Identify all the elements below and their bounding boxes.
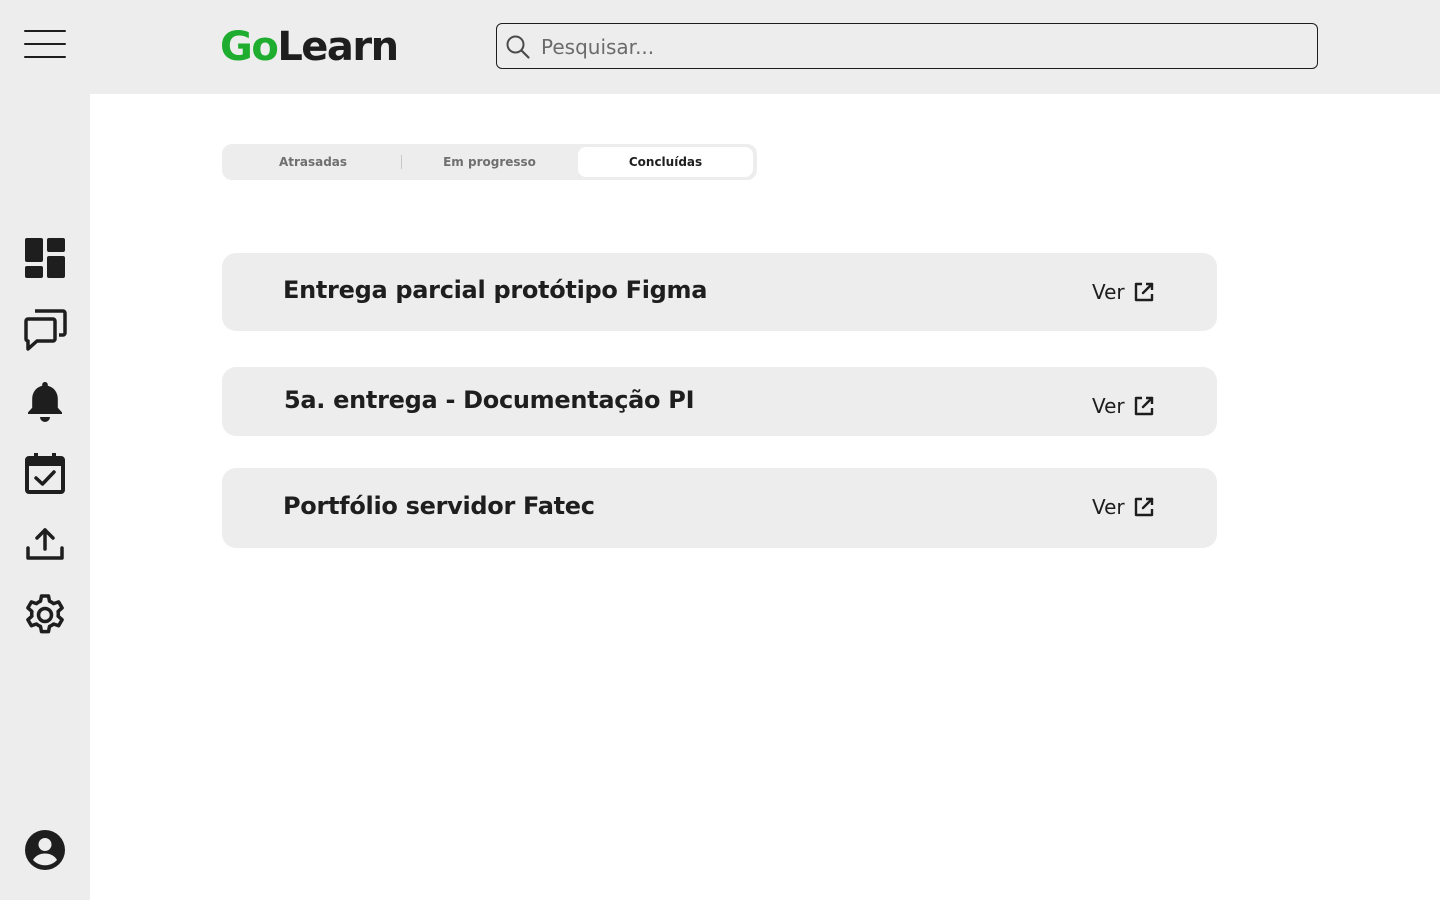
view-task-button[interactable]: Ver (1092, 492, 1155, 522)
task-card: 5a. entrega - Documentação PI Ver (222, 367, 1217, 436)
tab-atrasadas[interactable]: Atrasadas (225, 147, 401, 177)
hamburger-menu-icon[interactable] (24, 30, 66, 60)
dashboard-icon[interactable] (23, 236, 67, 280)
view-label: Ver (1092, 280, 1125, 304)
view-task-button[interactable]: Ver (1092, 277, 1155, 307)
upload-icon[interactable] (23, 522, 67, 566)
tab-concluidas[interactable]: Concluídas (578, 147, 753, 177)
top-bar: GoLearn (0, 0, 1440, 94)
search-input[interactable] (539, 24, 1303, 69)
task-card: Entrega parcial protótipo Figma Ver (222, 253, 1217, 331)
chat-icon[interactable] (23, 307, 67, 351)
external-link-icon (1133, 281, 1155, 303)
view-label: Ver (1092, 495, 1125, 519)
main-content: Atrasadas Em progresso Concluídas Entreg… (90, 94, 1440, 900)
logo-go-text: Go (220, 24, 279, 70)
task-title: Portfólio servidor Fatec (283, 492, 595, 520)
task-title: 5a. entrega - Documentação PI (284, 386, 695, 414)
search-bar[interactable] (496, 23, 1318, 69)
search-icon (505, 34, 531, 60)
external-link-icon (1133, 395, 1155, 417)
bell-icon[interactable] (23, 379, 67, 423)
view-task-button[interactable]: Ver (1092, 391, 1155, 421)
task-card: Portfólio servidor Fatec Ver (222, 468, 1217, 548)
view-label: Ver (1092, 394, 1125, 418)
task-title: Entrega parcial protótipo Figma (283, 276, 708, 304)
external-link-icon (1133, 496, 1155, 518)
account-icon[interactable] (23, 828, 67, 872)
logo-learn-text: Learn (277, 24, 399, 70)
status-tabs: Atrasadas Em progresso Concluídas (222, 144, 757, 180)
sidebar (0, 94, 90, 900)
calendar-check-icon[interactable] (23, 451, 67, 495)
tab-em-progresso[interactable]: Em progresso (402, 147, 577, 177)
gear-icon[interactable] (23, 593, 67, 637)
app: GoLearn Pesquisar... Atrasadas Em progre… (0, 0, 1440, 900)
app-logo[interactable]: GoLearn (220, 22, 399, 72)
